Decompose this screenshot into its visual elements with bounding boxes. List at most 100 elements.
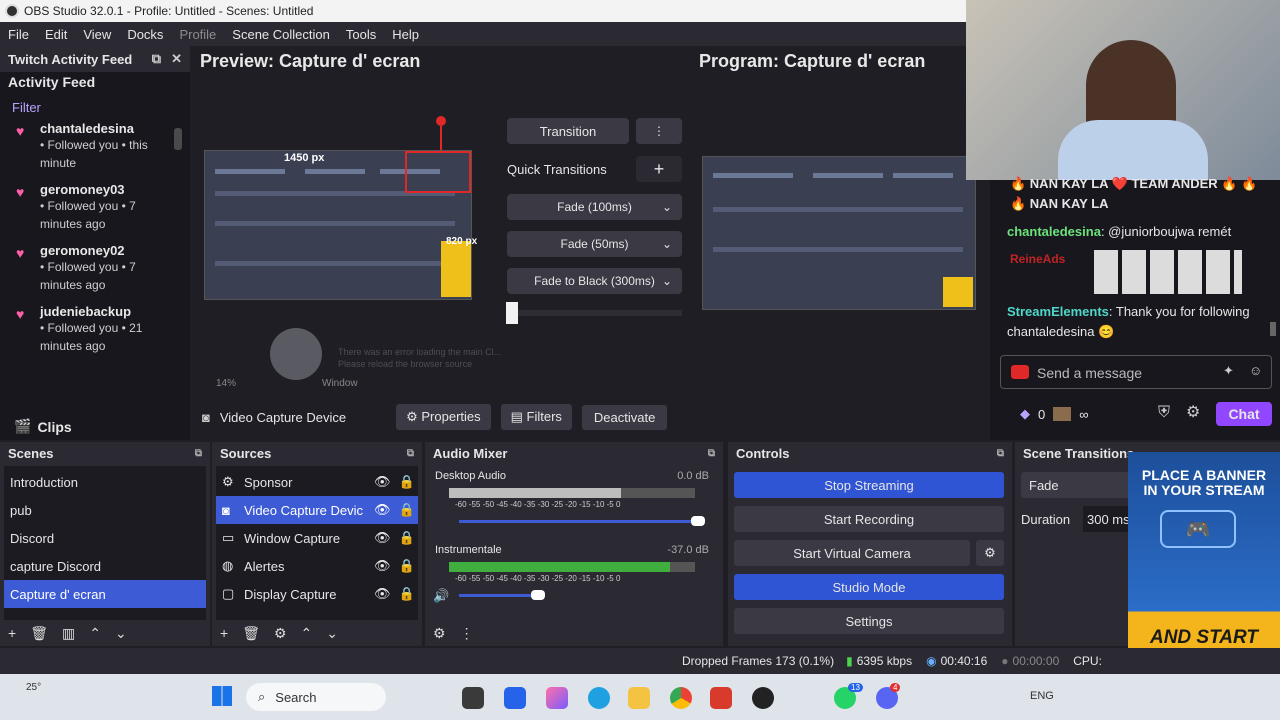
trash-icon[interactable]: 🗑	[30, 625, 48, 642]
virtual-camera-settings-button[interactable]: ⚙	[976, 540, 1004, 566]
file-explorer-icon[interactable]	[462, 687, 484, 709]
eye-icon[interactable]: 👁	[374, 558, 391, 574]
preview-canvas[interactable]	[204, 150, 472, 300]
filter-icon[interactable]: ▥	[62, 625, 75, 642]
menu-tools[interactable]: Tools	[338, 27, 384, 42]
chat-username[interactable]: chantaledesina	[1007, 224, 1101, 239]
start-recording-button[interactable]: Start Recording	[734, 506, 1004, 532]
preview-zoom[interactable]: 14%	[216, 378, 236, 389]
eye-icon[interactable]: 👁	[374, 586, 391, 602]
close-icon[interactable]: ✕	[171, 51, 182, 67]
deactivate-button[interactable]: Deactivate	[581, 404, 668, 430]
feed-user[interactable]: geromoney02	[40, 243, 175, 258]
gear-icon[interactable]: ⚙	[433, 625, 446, 642]
trash-icon[interactable]: 🗑	[242, 625, 260, 642]
move-down-icon[interactable]: ⌄	[326, 625, 338, 642]
eye-icon[interactable]: 👁	[374, 502, 391, 518]
menu-edit[interactable]: Edit	[37, 27, 75, 42]
float-icon[interactable]: ⧉	[195, 448, 202, 459]
scene-item[interactable]: capture Discord	[4, 552, 206, 580]
gear-icon[interactable]: ⚙	[274, 625, 287, 642]
source-item[interactable]: ▭ Window Capture 👁 🔒	[216, 524, 418, 552]
quick-transition-item[interactable]: Fade (50ms) ⌄	[507, 231, 682, 257]
chat-username[interactable]: ReineAds	[1010, 252, 1065, 266]
scene-item[interactable]: Discord	[4, 524, 206, 552]
source-item[interactable]: ▢ Display Capture 👁 🔒	[216, 580, 418, 608]
move-down-icon[interactable]: ⌄	[115, 625, 127, 642]
sparkle-icon[interactable]: ✦	[1223, 363, 1234, 379]
stop-streaming-button[interactable]: Stop Streaming	[734, 472, 1004, 498]
folder-icon[interactable]	[628, 687, 650, 709]
store-icon[interactable]	[504, 687, 526, 709]
feed-user[interactable]: geromoney03	[40, 182, 175, 197]
lock-icon[interactable]: 🔒	[399, 502, 415, 518]
menu-view[interactable]: View	[75, 27, 119, 42]
lock-icon[interactable]: 🔒	[399, 530, 415, 546]
menu-docks[interactable]: Docks	[119, 27, 171, 42]
source-item[interactable]: ◍ Alertes 👁 🔒	[216, 552, 418, 580]
chrome-icon[interactable]	[670, 687, 692, 709]
settings-button[interactable]: Settings	[734, 608, 1004, 634]
float-icon[interactable]: ⧉	[997, 448, 1004, 459]
feed-filter-link[interactable]: Filter	[0, 92, 190, 121]
volume-slider[interactable]	[459, 520, 699, 523]
eye-icon[interactable]: 👁	[374, 474, 391, 490]
feed-scrollbar[interactable]	[174, 128, 182, 150]
volume-slider-handle[interactable]	[531, 590, 545, 600]
chat-username[interactable]: StreamElements	[1007, 304, 1109, 319]
eye-icon[interactable]: 👁	[374, 530, 391, 546]
shield-icon[interactable]: ⛨	[1158, 404, 1170, 422]
edge-icon[interactable]	[588, 687, 610, 709]
lock-icon[interactable]: 🔒	[399, 474, 415, 490]
scene-item[interactable]: pub	[4, 496, 206, 524]
menu-profile[interactable]: Profile	[171, 27, 224, 42]
quick-transition-item[interactable]: Fade to Black (300ms) ⌄	[507, 268, 682, 294]
scene-item-selected[interactable]: Capture d' ecran	[4, 580, 206, 608]
copilot-icon[interactable]	[546, 687, 568, 709]
lock-icon[interactable]: 🔒	[399, 586, 415, 602]
speaker-icon[interactable]: 🔊	[433, 588, 449, 604]
feed-user[interactable]: judeniebackup	[40, 304, 175, 319]
studio-mode-button[interactable]: Studio Mode	[734, 574, 1004, 600]
anydesk-icon[interactable]	[710, 687, 732, 709]
taskbar-search[interactable]: ⌕ Search	[246, 683, 386, 711]
more-vert-icon[interactable]: ⋮	[460, 625, 474, 642]
channel-points[interactable]: ◆ 0 ∞	[1020, 406, 1089, 422]
obs-taskbar-icon[interactable]	[752, 687, 774, 709]
transition-button[interactable]: Transition	[507, 118, 629, 144]
add-icon[interactable]: +	[220, 625, 228, 642]
float-icon[interactable]: ⧉	[152, 51, 161, 67]
emoji-icon[interactable]: ☺	[1249, 363, 1262, 378]
rotation-handle[interactable]	[436, 116, 446, 126]
start-virtual-camera-button[interactable]: Start Virtual Camera	[734, 540, 970, 566]
add-icon[interactable]: +	[8, 625, 16, 642]
menu-help[interactable]: Help	[384, 27, 427, 42]
windows-start-icon[interactable]	[212, 686, 232, 706]
quick-transition-item[interactable]: Fade (100ms) ⌄	[507, 194, 682, 220]
gear-icon[interactable]: ⚙	[1186, 402, 1200, 422]
volume-slider-handle[interactable]	[691, 516, 705, 526]
chat-input[interactable]: Send a message ✦ ☺	[1000, 355, 1272, 389]
lock-icon[interactable]: 🔒	[399, 558, 415, 574]
float-icon[interactable]: ⧉	[407, 448, 414, 459]
chat-send-button[interactable]: Chat	[1216, 402, 1272, 426]
move-up-icon[interactable]: ⌃	[301, 625, 313, 642]
float-icon[interactable]: ⧉	[708, 448, 715, 459]
source-item-selected[interactable]: ◙ Video Capture Devic 👁 🔒	[216, 496, 418, 524]
language-indicator[interactable]: ENG	[1030, 690, 1054, 702]
scene-item[interactable]: Introduction	[4, 468, 206, 496]
menu-file[interactable]: File	[0, 27, 37, 42]
menu-scene-collection[interactable]: Scene Collection	[224, 27, 338, 42]
move-up-icon[interactable]: ⌃	[89, 625, 101, 642]
volume-slider[interactable]	[459, 594, 539, 597]
properties-button[interactable]: ⚙ Properties	[396, 404, 491, 430]
source-item[interactable]: ⚙ Sponsor 👁 🔒	[216, 468, 418, 496]
feed-user[interactable]: chantaledesina	[40, 121, 175, 136]
transition-menu-button[interactable]: ⋮	[636, 118, 682, 144]
weather-temp[interactable]: 25°	[26, 682, 41, 693]
feed-clips-section[interactable]: 🎬 Clips	[14, 418, 72, 435]
source-bounding-box[interactable]	[405, 151, 471, 193]
t-bar-handle[interactable]	[506, 302, 518, 324]
add-quick-transition-button[interactable]: +	[636, 156, 682, 182]
filters-button[interactable]: ▤ Filters	[500, 404, 572, 430]
